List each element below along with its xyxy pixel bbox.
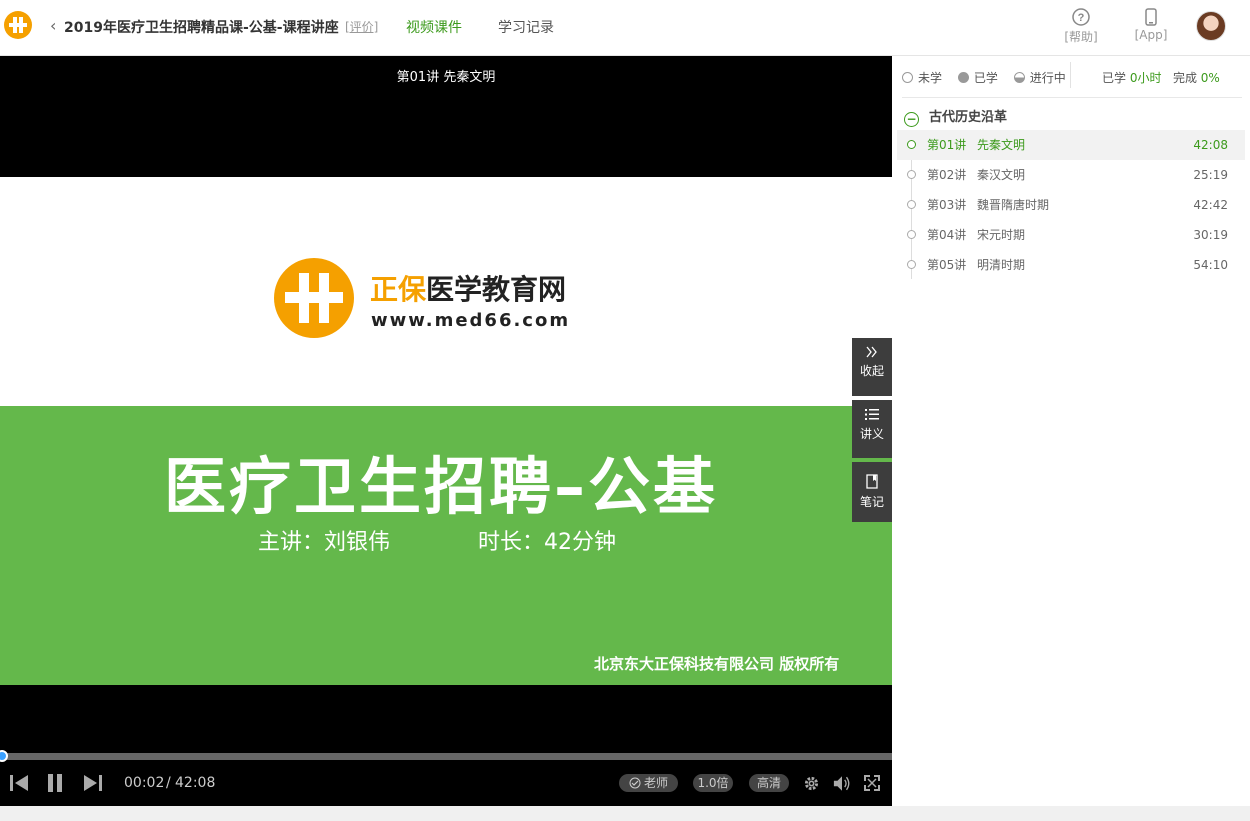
note-icon bbox=[866, 474, 878, 489]
app-label: [App] bbox=[1134, 28, 1168, 42]
teacher-button[interactable]: 老师 bbox=[619, 774, 678, 792]
svg-text:?: ? bbox=[1078, 12, 1085, 24]
slide-teacher: 主讲：刘银伟 bbox=[258, 530, 391, 555]
notes-label: 笔记 bbox=[859, 495, 884, 509]
done-value: 0% bbox=[1200, 71, 1220, 85]
collapse-button[interactable]: 收起 bbox=[852, 338, 892, 396]
lesson-name: 先秦文明 bbox=[977, 138, 1026, 152]
lesson-duration: 54:10 bbox=[1193, 258, 1228, 272]
prev-icon[interactable] bbox=[9, 773, 29, 793]
lesson-node-icon bbox=[907, 200, 916, 209]
done-label: 完成 bbox=[1172, 71, 1197, 85]
quality-button[interactable]: 高清 bbox=[749, 774, 789, 792]
tab-video-courseware[interactable]: 视频课件 bbox=[406, 17, 462, 37]
tab-study-record[interactable]: 学习记录 bbox=[498, 17, 554, 37]
lesson-node-icon bbox=[907, 230, 916, 239]
total-time: 42:08 bbox=[175, 775, 216, 791]
notes-button[interactable]: 笔记 bbox=[852, 462, 892, 522]
list-icon bbox=[865, 409, 879, 420]
lesson-duration: 30:19 bbox=[1193, 228, 1228, 242]
time-separator: / bbox=[166, 775, 171, 791]
lesson-item[interactable]: 第01讲 先秦文明 42:08 bbox=[897, 130, 1245, 160]
legend-learned: 已学 bbox=[973, 71, 998, 85]
brand-logo-icon bbox=[274, 258, 354, 338]
learned-label: 已学 bbox=[1102, 71, 1127, 85]
lesson-node-icon bbox=[907, 140, 916, 149]
lesson-name: 魏晋隋唐时期 bbox=[977, 198, 1050, 212]
brand-name-orange: 正保 bbox=[370, 273, 427, 306]
next-icon[interactable] bbox=[83, 773, 103, 793]
lesson-node-icon bbox=[907, 260, 916, 269]
lesson-node-icon bbox=[907, 170, 916, 179]
handout-button[interactable]: 讲义 bbox=[852, 400, 892, 458]
learned-dot-icon bbox=[957, 72, 969, 83]
lesson-name: 宋元时期 bbox=[977, 228, 1026, 242]
lesson-item[interactable]: 第02讲 秦汉文明 25:19 bbox=[897, 160, 1245, 190]
status-legend: 未学 已学 进行中 bbox=[902, 69, 1066, 86]
slide-copyright: 北京东大正保科技有限公司 版权所有 bbox=[594, 655, 840, 673]
unlearned-dot-icon bbox=[902, 72, 913, 83]
legend-divider bbox=[1070, 62, 1071, 88]
progress-handle[interactable] bbox=[0, 750, 8, 762]
lesson-duration: 42:08 bbox=[1193, 138, 1228, 152]
course-title: 2019年医疗卫生招聘精品课-公基-课程讲座 bbox=[64, 20, 339, 36]
page-footer bbox=[0, 806, 1250, 821]
lesson-duration: 42:42 bbox=[1193, 198, 1228, 212]
pause-icon[interactable] bbox=[45, 773, 65, 793]
phone-icon bbox=[1145, 8, 1157, 26]
slide-duration: 时长：42分钟 bbox=[478, 530, 616, 555]
study-stats: 已学 0小时 完成 0% bbox=[1102, 69, 1220, 86]
help-button[interactable]: ? [帮助] bbox=[1063, 8, 1099, 45]
top-bar: ‹ 2019年医疗卫生招聘精品课-公基-课程讲座 [评价] 视频课件 学习记录 … bbox=[0, 0, 1250, 56]
lesson-name: 秦汉文明 bbox=[977, 168, 1026, 182]
chapter-title: 古代历史沿革 bbox=[929, 110, 1008, 125]
lesson-name: 明清时期 bbox=[977, 258, 1026, 272]
current-time: 00:02 bbox=[124, 775, 165, 791]
collapse-minus-icon: − bbox=[904, 112, 919, 127]
lesson-panel: 未学 已学 进行中 已学 0小时 完成 0% − 古代历史沿革 第01讲 先秦文明… bbox=[892, 56, 1250, 806]
chapter-header[interactable]: − 古代历史沿革 bbox=[904, 106, 1007, 127]
collapse-label: 收起 bbox=[859, 364, 884, 378]
app-button[interactable]: [App] bbox=[1131, 8, 1171, 42]
slide-course-title: 医疗卫生招聘–公基 bbox=[164, 450, 719, 523]
panel-divider bbox=[902, 97, 1242, 98]
lecture-title: 第01讲 先秦文明 bbox=[396, 70, 496, 85]
lesson-number: 第04讲 bbox=[927, 228, 967, 242]
video-player[interactable]: 第01讲 先秦文明 正保医学教育网 www.med66.com 医疗卫生招聘–公… bbox=[0, 56, 892, 806]
app-logo-icon[interactable] bbox=[4, 11, 32, 39]
handout-label: 讲义 bbox=[859, 427, 884, 441]
in-progress-dot-icon bbox=[1013, 72, 1025, 83]
fullscreen-icon[interactable] bbox=[864, 775, 880, 791]
progress-bar[interactable] bbox=[0, 753, 892, 760]
avatar[interactable] bbox=[1196, 11, 1226, 41]
lesson-number: 第05讲 bbox=[927, 258, 967, 272]
back-chevron-icon[interactable]: ‹ bbox=[50, 16, 56, 35]
legend-unlearned: 未学 bbox=[918, 71, 943, 85]
lesson-item[interactable]: 第03讲 魏晋隋唐时期 42:42 bbox=[897, 190, 1245, 220]
lesson-duration: 25:19 bbox=[1193, 168, 1228, 182]
lesson-item[interactable]: 第04讲 宋元时期 30:19 bbox=[897, 220, 1245, 250]
brand-name: 正保医学教育网 bbox=[370, 268, 566, 308]
learned-value: 0小时 bbox=[1129, 71, 1162, 85]
lesson-number: 第01讲 bbox=[927, 138, 967, 152]
lesson-number: 第02讲 bbox=[927, 168, 967, 182]
help-label: [帮助] bbox=[1064, 30, 1098, 44]
brand-url: www.med66.com bbox=[371, 310, 571, 331]
brand-name-dark: 医学教育网 bbox=[426, 273, 567, 306]
lesson-number: 第03讲 bbox=[927, 198, 967, 212]
teacher-button-label: 老师 bbox=[643, 776, 668, 790]
speed-button[interactable]: 1.0倍 bbox=[693, 774, 733, 792]
legend-in-progress: 进行中 bbox=[1029, 71, 1066, 85]
gear-icon[interactable] bbox=[803, 775, 820, 792]
double-chevron-icon bbox=[866, 346, 877, 358]
lesson-item[interactable]: 第05讲 明清时期 54:10 bbox=[897, 250, 1245, 280]
review-link[interactable]: [评价] bbox=[345, 18, 378, 35]
volume-icon[interactable] bbox=[833, 775, 851, 792]
help-icon: ? bbox=[1072, 8, 1090, 26]
check-circle-icon bbox=[629, 777, 641, 789]
